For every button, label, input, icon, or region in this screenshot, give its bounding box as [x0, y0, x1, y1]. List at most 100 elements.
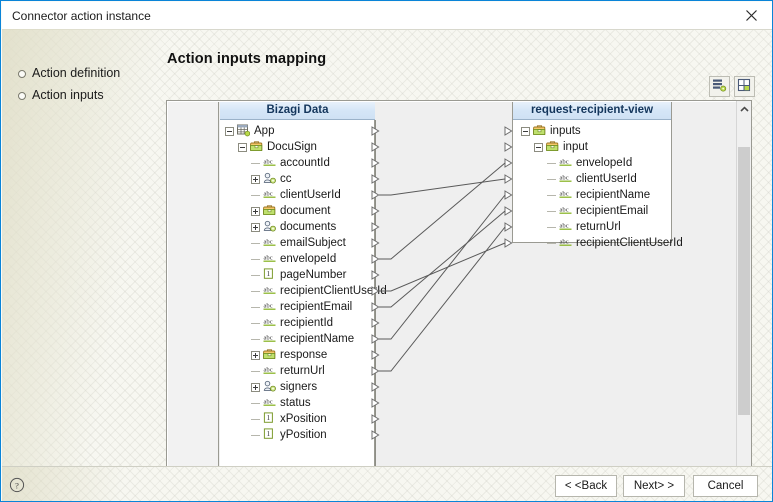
- string-icon: abc: [263, 316, 277, 329]
- target-connector-arrow[interactable]: [504, 174, 513, 184]
- object-icon: [546, 140, 560, 153]
- source-connector-arrow[interactable]: [371, 190, 380, 200]
- svg-text:abc: abc: [560, 206, 569, 213]
- dialog-body: Action definition Action inputs Action i…: [2, 29, 772, 466]
- expand-toggle-icon[interactable]: [251, 222, 260, 232]
- expand-toggle-icon[interactable]: [251, 206, 260, 216]
- tree-row[interactable]: DocuSign: [238, 139, 317, 155]
- tree-row-label: accountId: [280, 157, 330, 169]
- tree-row[interactable]: abc recipientClientUserId: [547, 235, 683, 251]
- tree-row[interactable]: abc recipientClientUserId: [251, 283, 387, 299]
- auto-map-button[interactable]: [709, 76, 730, 97]
- target-connector-arrow[interactable]: [504, 142, 513, 152]
- source-connector-arrow[interactable]: [371, 142, 380, 152]
- number-icon: 1: [263, 427, 277, 441]
- tree-row[interactable]: 1 pageNumber: [251, 267, 346, 283]
- tree-row[interactable]: abc accountId: [251, 155, 330, 171]
- tree-row[interactable]: abc envelopeId: [547, 155, 632, 171]
- tree-row[interactable]: abc recipientId: [251, 315, 333, 331]
- tree-row[interactable]: abc clientUserId: [251, 187, 341, 203]
- svg-text:abc: abc: [264, 302, 273, 309]
- tree-row[interactable]: document: [251, 203, 331, 219]
- next-button[interactable]: Next> >: [623, 475, 685, 497]
- string-icon: abc: [559, 156, 573, 169]
- tree-row[interactable]: input: [534, 139, 588, 155]
- collapse-toggle-icon[interactable]: [534, 142, 543, 152]
- source-connector-arrow[interactable]: [371, 350, 380, 360]
- expand-toggle-icon[interactable]: [251, 350, 260, 360]
- source-connector-arrow[interactable]: [371, 254, 380, 264]
- cancel-button[interactable]: Cancel: [693, 475, 758, 497]
- tree-row-label: recipientId: [280, 317, 334, 329]
- sidebar-item-action-inputs[interactable]: Action inputs: [16, 84, 166, 106]
- source-connector-arrow[interactable]: [371, 174, 380, 184]
- tree-row[interactable]: 1 yPosition: [251, 427, 327, 443]
- tree-row-label: recipientEmail: [576, 205, 649, 217]
- source-tree-header: Bizagi Data: [220, 102, 375, 120]
- string-icon: abc: [263, 396, 277, 409]
- tree-row[interactable]: abc clientUserId: [547, 171, 637, 187]
- tree-row[interactable]: cc: [251, 171, 292, 187]
- tree-connector-line: [547, 159, 559, 168]
- source-connector-arrow[interactable]: [371, 382, 380, 392]
- tree-row[interactable]: abc returnUrl: [251, 363, 325, 379]
- tree-row-label: recipientName: [280, 333, 355, 345]
- tree-row[interactable]: App: [225, 123, 274, 139]
- back-button[interactable]: < <Back: [555, 475, 617, 497]
- sidebar-item-action-definition[interactable]: Action definition: [16, 62, 166, 84]
- mapper-vertical-scrollbar[interactable]: [736, 101, 751, 466]
- source-connector-arrow[interactable]: [371, 414, 380, 424]
- string-icon: abc: [559, 172, 573, 185]
- source-connector-arrow[interactable]: [371, 398, 380, 408]
- collection-icon: [263, 380, 277, 393]
- expand-toggle-icon[interactable]: [251, 382, 260, 392]
- help-icon[interactable]: ?: [8, 476, 26, 494]
- tree-connector-line: [251, 159, 263, 168]
- tree-row[interactable]: abc recipientName: [547, 187, 650, 203]
- source-connector-arrow[interactable]: [371, 270, 380, 280]
- collapse-toggle-icon[interactable]: [521, 126, 530, 136]
- tree-row[interactable]: abc envelopeId: [251, 251, 336, 267]
- tree-row-label: status: [280, 397, 311, 409]
- tree-row[interactable]: inputs: [521, 123, 581, 139]
- chevron-up-icon[interactable]: [737, 101, 751, 117]
- target-connector-arrow[interactable]: [504, 158, 513, 168]
- tree-row[interactable]: abc emailSubject: [251, 235, 346, 251]
- tree-row[interactable]: response: [251, 347, 327, 363]
- tree-row[interactable]: abc recipientName: [251, 331, 354, 347]
- number-icon: 1: [263, 411, 277, 425]
- source-connector-arrow[interactable]: [371, 334, 380, 344]
- tree-row[interactable]: abc returnUrl: [547, 219, 621, 235]
- source-connector-arrow[interactable]: [371, 238, 380, 248]
- expand-toggle-icon[interactable]: [251, 174, 260, 184]
- svg-text:abc: abc: [560, 238, 569, 245]
- tree-row[interactable]: abc recipientEmail: [251, 299, 352, 315]
- target-connector-arrow[interactable]: [504, 190, 513, 200]
- source-connector-arrow[interactable]: [371, 206, 380, 216]
- scrollbar-thumb[interactable]: [738, 147, 750, 415]
- auto-map-icon: [712, 78, 727, 96]
- tree-row-label: cc: [280, 173, 292, 185]
- target-connector-arrow[interactable]: [504, 222, 513, 232]
- tree-row[interactable]: documents: [251, 219, 336, 235]
- tree-row[interactable]: 1 xPosition: [251, 411, 327, 427]
- tree-row[interactable]: abc status: [251, 395, 311, 411]
- collapse-toggle-icon[interactable]: [225, 126, 234, 136]
- source-connector-arrow[interactable]: [371, 126, 380, 136]
- tree-row-label: envelopeId: [280, 253, 337, 265]
- source-connector-arrow[interactable]: [371, 302, 380, 312]
- target-connector-arrow[interactable]: [504, 206, 513, 216]
- tree-row[interactable]: signers: [251, 379, 317, 395]
- target-connector-arrow[interactable]: [504, 238, 513, 248]
- source-connector-arrow[interactable]: [371, 430, 380, 440]
- collapse-toggle-icon[interactable]: [238, 142, 247, 152]
- source-connector-arrow[interactable]: [371, 158, 380, 168]
- tree-row[interactable]: abc recipientEmail: [547, 203, 648, 219]
- source-connector-arrow[interactable]: [371, 318, 380, 328]
- target-connector-arrow[interactable]: [504, 126, 513, 136]
- close-icon[interactable]: [729, 2, 772, 28]
- source-connector-arrow[interactable]: [371, 286, 380, 296]
- source-connector-arrow[interactable]: [371, 222, 380, 232]
- source-connector-arrow[interactable]: [371, 366, 380, 376]
- layout-button[interactable]: [734, 76, 755, 97]
